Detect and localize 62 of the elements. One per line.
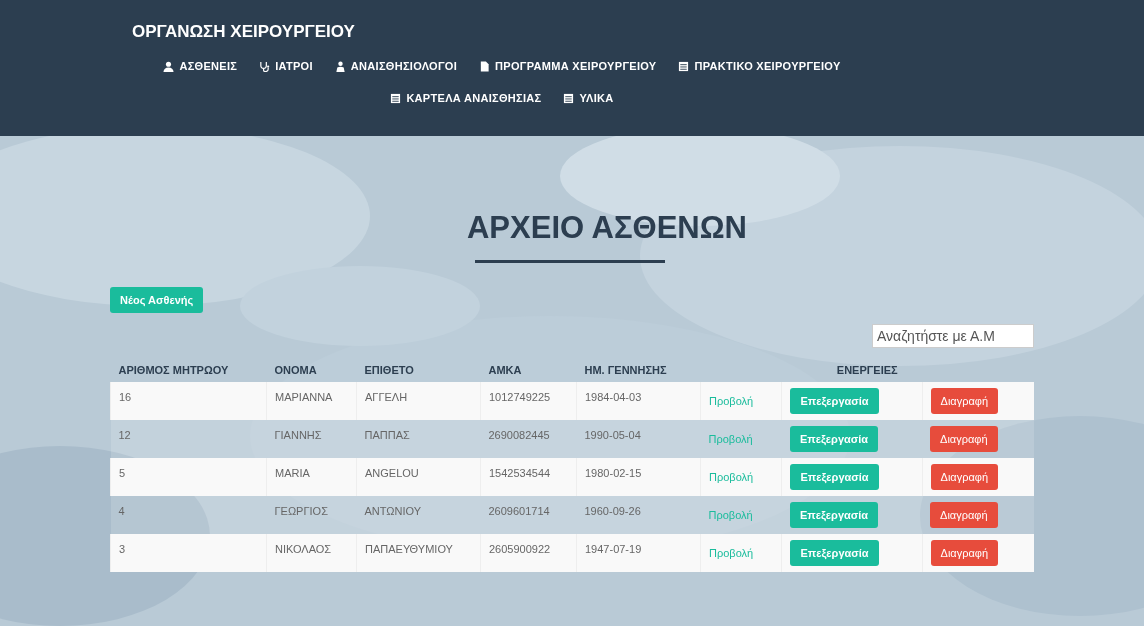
page-title: ΑΡΧΕΙΟ ΑΣΘΕΝΩΝ — [466, 209, 748, 246]
table-cell: ΝΙΚΟΛΑΟΣ — [266, 534, 357, 572]
table-cell: ΑΓΓΕΛΗ — [356, 382, 481, 420]
view-link[interactable]: Προβολή — [709, 471, 754, 483]
table-cell: 1990-05-04 — [576, 420, 701, 458]
delete-button[interactable]: Διαγραφή — [930, 464, 999, 490]
column-header: ΟΝΟΜΑ — [266, 358, 357, 382]
table-cell: 12 — [110, 420, 267, 458]
table-cell: 5 — [110, 458, 267, 496]
sheet-icon — [390, 92, 402, 104]
sheet-icon — [563, 92, 575, 104]
delete-button[interactable]: Διαγραφή — [930, 540, 999, 566]
table-cell: 2690082445 — [480, 420, 577, 458]
table-cell: 2605900922 — [480, 534, 577, 572]
table-cell: ΠΑΠΑΕΥΘΥΜΙΟΥ — [356, 534, 481, 572]
table-cell: 1012749225 — [480, 382, 577, 420]
table-cell: 1960-09-26 — [576, 496, 701, 534]
search-field[interactable]: Αναζητήστε με Α.Μ — [872, 324, 1034, 348]
nav-link[interactable]: ΑΣΘΕΝΕΙΣ — [163, 60, 238, 72]
table-cell: MARIA — [266, 458, 357, 496]
column-header: ΑΡΙΘΜΟΣ ΜΗΤΡΩΟΥ — [110, 358, 267, 382]
table-cell: ΓΙΑΝΝΗΣ — [266, 420, 357, 458]
table-cell: ΜΑΡΙΑΝΝΑ — [266, 382, 357, 420]
nav-link[interactable]: ΠΡΟΓΡΑΜΜΑ ΧΕΙΡΟΥΡΓΕΙΟΥ — [479, 60, 657, 72]
table-cell: ΓΕΩΡΓΙΟΣ — [266, 496, 357, 534]
nav-link[interactable]: ΚΑΡΤΕΛΑ ΑΝΑΙΣΘΗΣΙΑΣ — [390, 92, 542, 104]
table-cell: 2609601714 — [480, 496, 577, 534]
column-header: ΕΠΙΘΕΤΟ — [356, 358, 481, 382]
nav-link[interactable]: ΠΡΑΚΤΙΚΟ ΧΕΙΡΟΥΡΓΕΙΟΥ — [678, 60, 841, 72]
nav-link[interactable]: ΙΑΤΡΟΙ — [259, 60, 313, 72]
new-patient-button[interactable]: Νέος Ασθενής — [110, 287, 204, 313]
edit-button[interactable]: Επεξεργασία — [790, 426, 879, 452]
sheet-icon — [678, 60, 690, 72]
edit-button[interactable]: Επεξεργασία — [790, 502, 879, 528]
view-link[interactable]: Προβολή — [709, 547, 754, 559]
table-cell: 1947-07-19 — [576, 534, 701, 572]
edit-button[interactable]: Επεξεργασία — [790, 388, 879, 414]
user-icon — [163, 60, 175, 72]
delete-button[interactable]: Διαγραφή — [930, 502, 998, 528]
column-header: ΗΜ. ΓΕΝΝΗΣΗΣ — [576, 358, 701, 382]
table-cell: 4 — [110, 496, 267, 534]
table-cell: ANGELOU — [356, 458, 481, 496]
column-header: ΑΜΚΑ — [480, 358, 577, 382]
file-icon — [479, 60, 491, 72]
table-cell: 1980-02-15 — [576, 458, 701, 496]
delete-button[interactable]: Διαγραφή — [930, 426, 998, 452]
table-cell: 3 — [110, 534, 267, 572]
table-cell: 16 — [110, 382, 267, 420]
table-cell: ΑΝΤΩΝΙΟΥ — [356, 496, 481, 534]
nav-link[interactable]: ΥΛΙΚΑ — [563, 92, 614, 104]
brand-title[interactable]: ΟΡΓΑΝΩΣΗ ΧΕΙΡΟΥΡΓΕΙΟΥ — [132, 22, 1144, 42]
edit-button[interactable]: Επεξεργασία — [790, 464, 879, 490]
delete-button[interactable]: Διαγραφή — [930, 388, 999, 414]
stethoscope-icon — [259, 60, 271, 72]
column-header: ΕΝΕΡΓΕΙΕΣ — [700, 358, 1034, 382]
edit-button[interactable]: Επεξεργασία — [790, 540, 879, 566]
table-cell: ΠΑΠΠΑΣ — [356, 420, 481, 458]
nav-link[interactable]: ΑΝΑΙΣΘΗΣΙΟΛΟΓΟΙ — [334, 60, 458, 72]
person-icon — [334, 60, 346, 72]
table-cell: 1984-04-03 — [576, 382, 701, 420]
table-cell: 1542534544 — [480, 458, 577, 496]
view-link[interactable]: Προβολή — [709, 395, 754, 407]
